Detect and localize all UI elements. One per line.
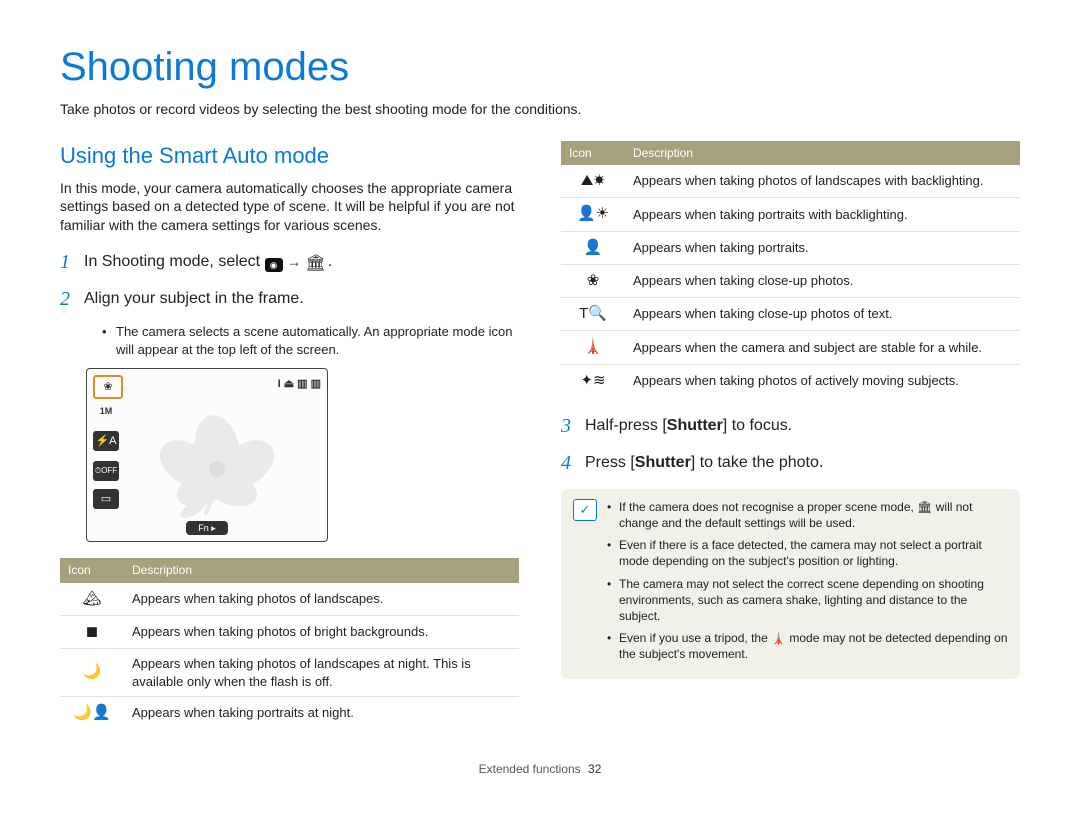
intro-text: In this mode, your camera automatically … [60, 179, 519, 236]
preview-flash-icon: ⚡A [93, 431, 119, 451]
table-row: 👤 Appears when taking portraits. [561, 231, 1020, 264]
note-item: The camera may not select the correct sc… [609, 576, 1008, 625]
smart-auto-icon: 🏛 [305, 253, 323, 267]
step-text: Align your subject in the frame. [84, 286, 304, 310]
section-title: Using the Smart Auto mode [60, 141, 519, 171]
step-2: 2 Align your subject in the frame. [60, 286, 519, 313]
note-list: If the camera does not recognise a prope… [609, 499, 1008, 669]
step-3: 3 Half-press [Shutter] to focus. [561, 413, 1020, 440]
camera-mode-icon [265, 258, 283, 272]
table-row: 🏔 Appears when taking photos of landscap… [60, 583, 519, 616]
camera-preview: ❀ 1M ⚡A ⏱OFF ▭ I ⏏ ▥ ▥ Fn ▸ [86, 368, 328, 542]
table-row: 👤☀ Appears when taking portraits with ba… [561, 198, 1020, 231]
backlight-portrait-icon: 👤☀ [561, 198, 625, 231]
footer-section: Extended functions [479, 762, 581, 776]
step-number: 2 [60, 286, 84, 313]
step-2-bullet: The camera selects a scene automatically… [106, 323, 519, 358]
row-desc: Appears when taking close-up photos of t… [625, 298, 1020, 331]
table-row: ⛰☀ Appears when taking photos of landsca… [561, 165, 1020, 198]
row-desc: Appears when taking portraits at night. [124, 697, 519, 730]
page-footer: Extended functions 32 [60, 761, 1020, 777]
page-number: 32 [588, 762, 601, 776]
icon-table-2: Icon Description ⛰☀ Appears when taking … [561, 141, 1020, 397]
row-desc: Appears when taking photos of landscapes… [625, 165, 1020, 198]
step-text: In Shooting mode, select → 🏛 . [84, 249, 332, 273]
table-row: ✦≋ Appears when taking photos of activel… [561, 364, 1020, 397]
landscape-icon: 🏔 [60, 583, 124, 616]
step-number: 1 [60, 249, 84, 276]
page-subtitle: Take photos or record videos by selectin… [60, 100, 1020, 119]
row-desc: Appears when taking photos of landscapes… [124, 583, 519, 616]
table-row: ❀ Appears when taking close-up photos. [561, 264, 1020, 297]
row-desc: Appears when taking close-up photos. [625, 264, 1020, 297]
right-column: Icon Description ⛰☀ Appears when taking … [561, 141, 1020, 735]
preview-flower-graphic [147, 409, 287, 519]
step-text: Press [Shutter] to take the photo. [585, 450, 823, 474]
row-desc: Appears when the camera and subject are … [625, 331, 1020, 364]
page-title: Shooting modes [60, 40, 1020, 94]
note-item: If the camera does not recognise a prope… [609, 499, 1008, 531]
icon-table-1: Icon Description 🏔 Appears when taking p… [60, 558, 519, 729]
row-desc: Appears when taking photos of bright bac… [124, 615, 519, 648]
arrow-icon: → [287, 254, 301, 270]
th-icon: Icon [561, 141, 625, 165]
row-desc: Appears when taking photos of landscapes… [124, 649, 519, 697]
th-icon: Icon [60, 558, 124, 582]
tripod-icon: 🗼 [561, 331, 625, 364]
text-macro-icon: T🔍 [561, 298, 625, 331]
step-number: 4 [561, 450, 585, 477]
step-number: 3 [561, 413, 585, 440]
th-desc: Description [124, 558, 519, 582]
preview-macro-icon: ❀ [93, 375, 123, 399]
step-4: 4 Press [Shutter] to take the photo. [561, 450, 1020, 477]
preview-single-icon: ▭ [93, 489, 119, 509]
preview-fn-button: Fn ▸ [186, 521, 228, 535]
macro-icon: ❀ [561, 264, 625, 297]
row-desc: Appears when taking portraits. [625, 231, 1020, 264]
th-desc: Description [625, 141, 1020, 165]
table-row: T🔍 Appears when taking close-up photos o… [561, 298, 1020, 331]
note-item: Even if you use a tripod, the 🗼 mode may… [609, 630, 1008, 662]
portrait-icon: 👤 [561, 231, 625, 264]
left-column: Using the Smart Auto mode In this mode, … [60, 141, 519, 735]
row-desc: Appears when taking portraits with backl… [625, 198, 1020, 231]
table-row: ◼ Appears when taking photos of bright b… [60, 615, 519, 648]
preview-status-icons: I ⏏ ▥ ▥ [278, 377, 321, 392]
step-text: Half-press [Shutter] to focus. [585, 413, 792, 437]
note-item: Even if there is a face detected, the ca… [609, 537, 1008, 569]
preview-timer-icon: ⏱OFF [93, 461, 119, 481]
action-icon: ✦≋ [561, 364, 625, 397]
note-box: ✓ If the camera does not recognise a pro… [561, 489, 1020, 679]
step-1: 1 In Shooting mode, select → 🏛 . [60, 249, 519, 276]
table-row: 🗼 Appears when the camera and subject ar… [561, 331, 1020, 364]
row-desc: Appears when taking photos of actively m… [625, 364, 1020, 397]
white-bg-icon: ◼ [60, 615, 124, 648]
table-row: 🌙 Appears when taking photos of landscap… [60, 649, 519, 697]
night-landscape-icon: 🌙 [60, 649, 124, 697]
table-row: 🌙👤 Appears when taking portraits at nigh… [60, 697, 519, 730]
night-portrait-icon: 🌙👤 [60, 697, 124, 730]
content-columns: Using the Smart Auto mode In this mode, … [60, 141, 1020, 735]
preview-iso-icon: 1M [93, 401, 119, 421]
backlight-landscape-icon: ⛰☀ [561, 165, 625, 198]
note-icon: ✓ [573, 499, 597, 521]
